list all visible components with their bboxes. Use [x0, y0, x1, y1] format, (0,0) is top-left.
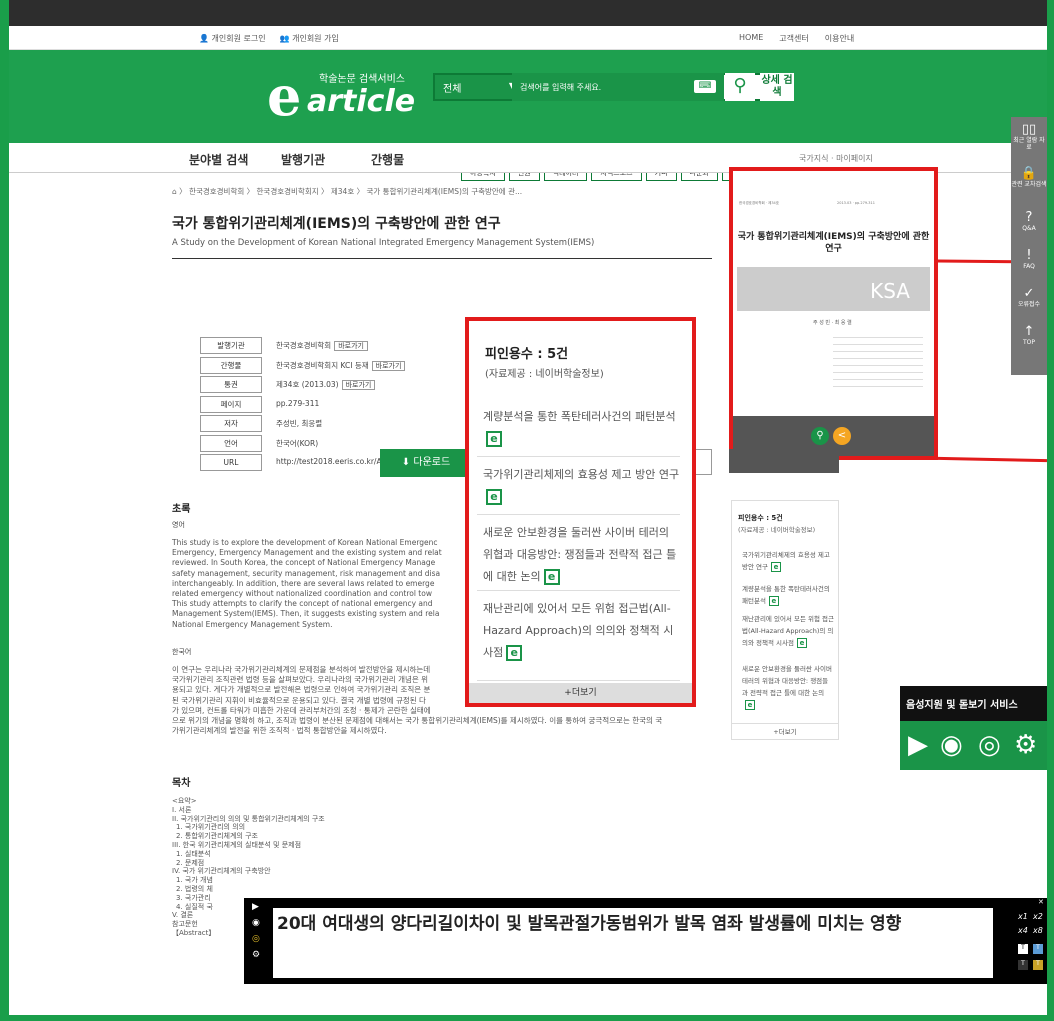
window-frame: [0, 0, 1054, 1021]
